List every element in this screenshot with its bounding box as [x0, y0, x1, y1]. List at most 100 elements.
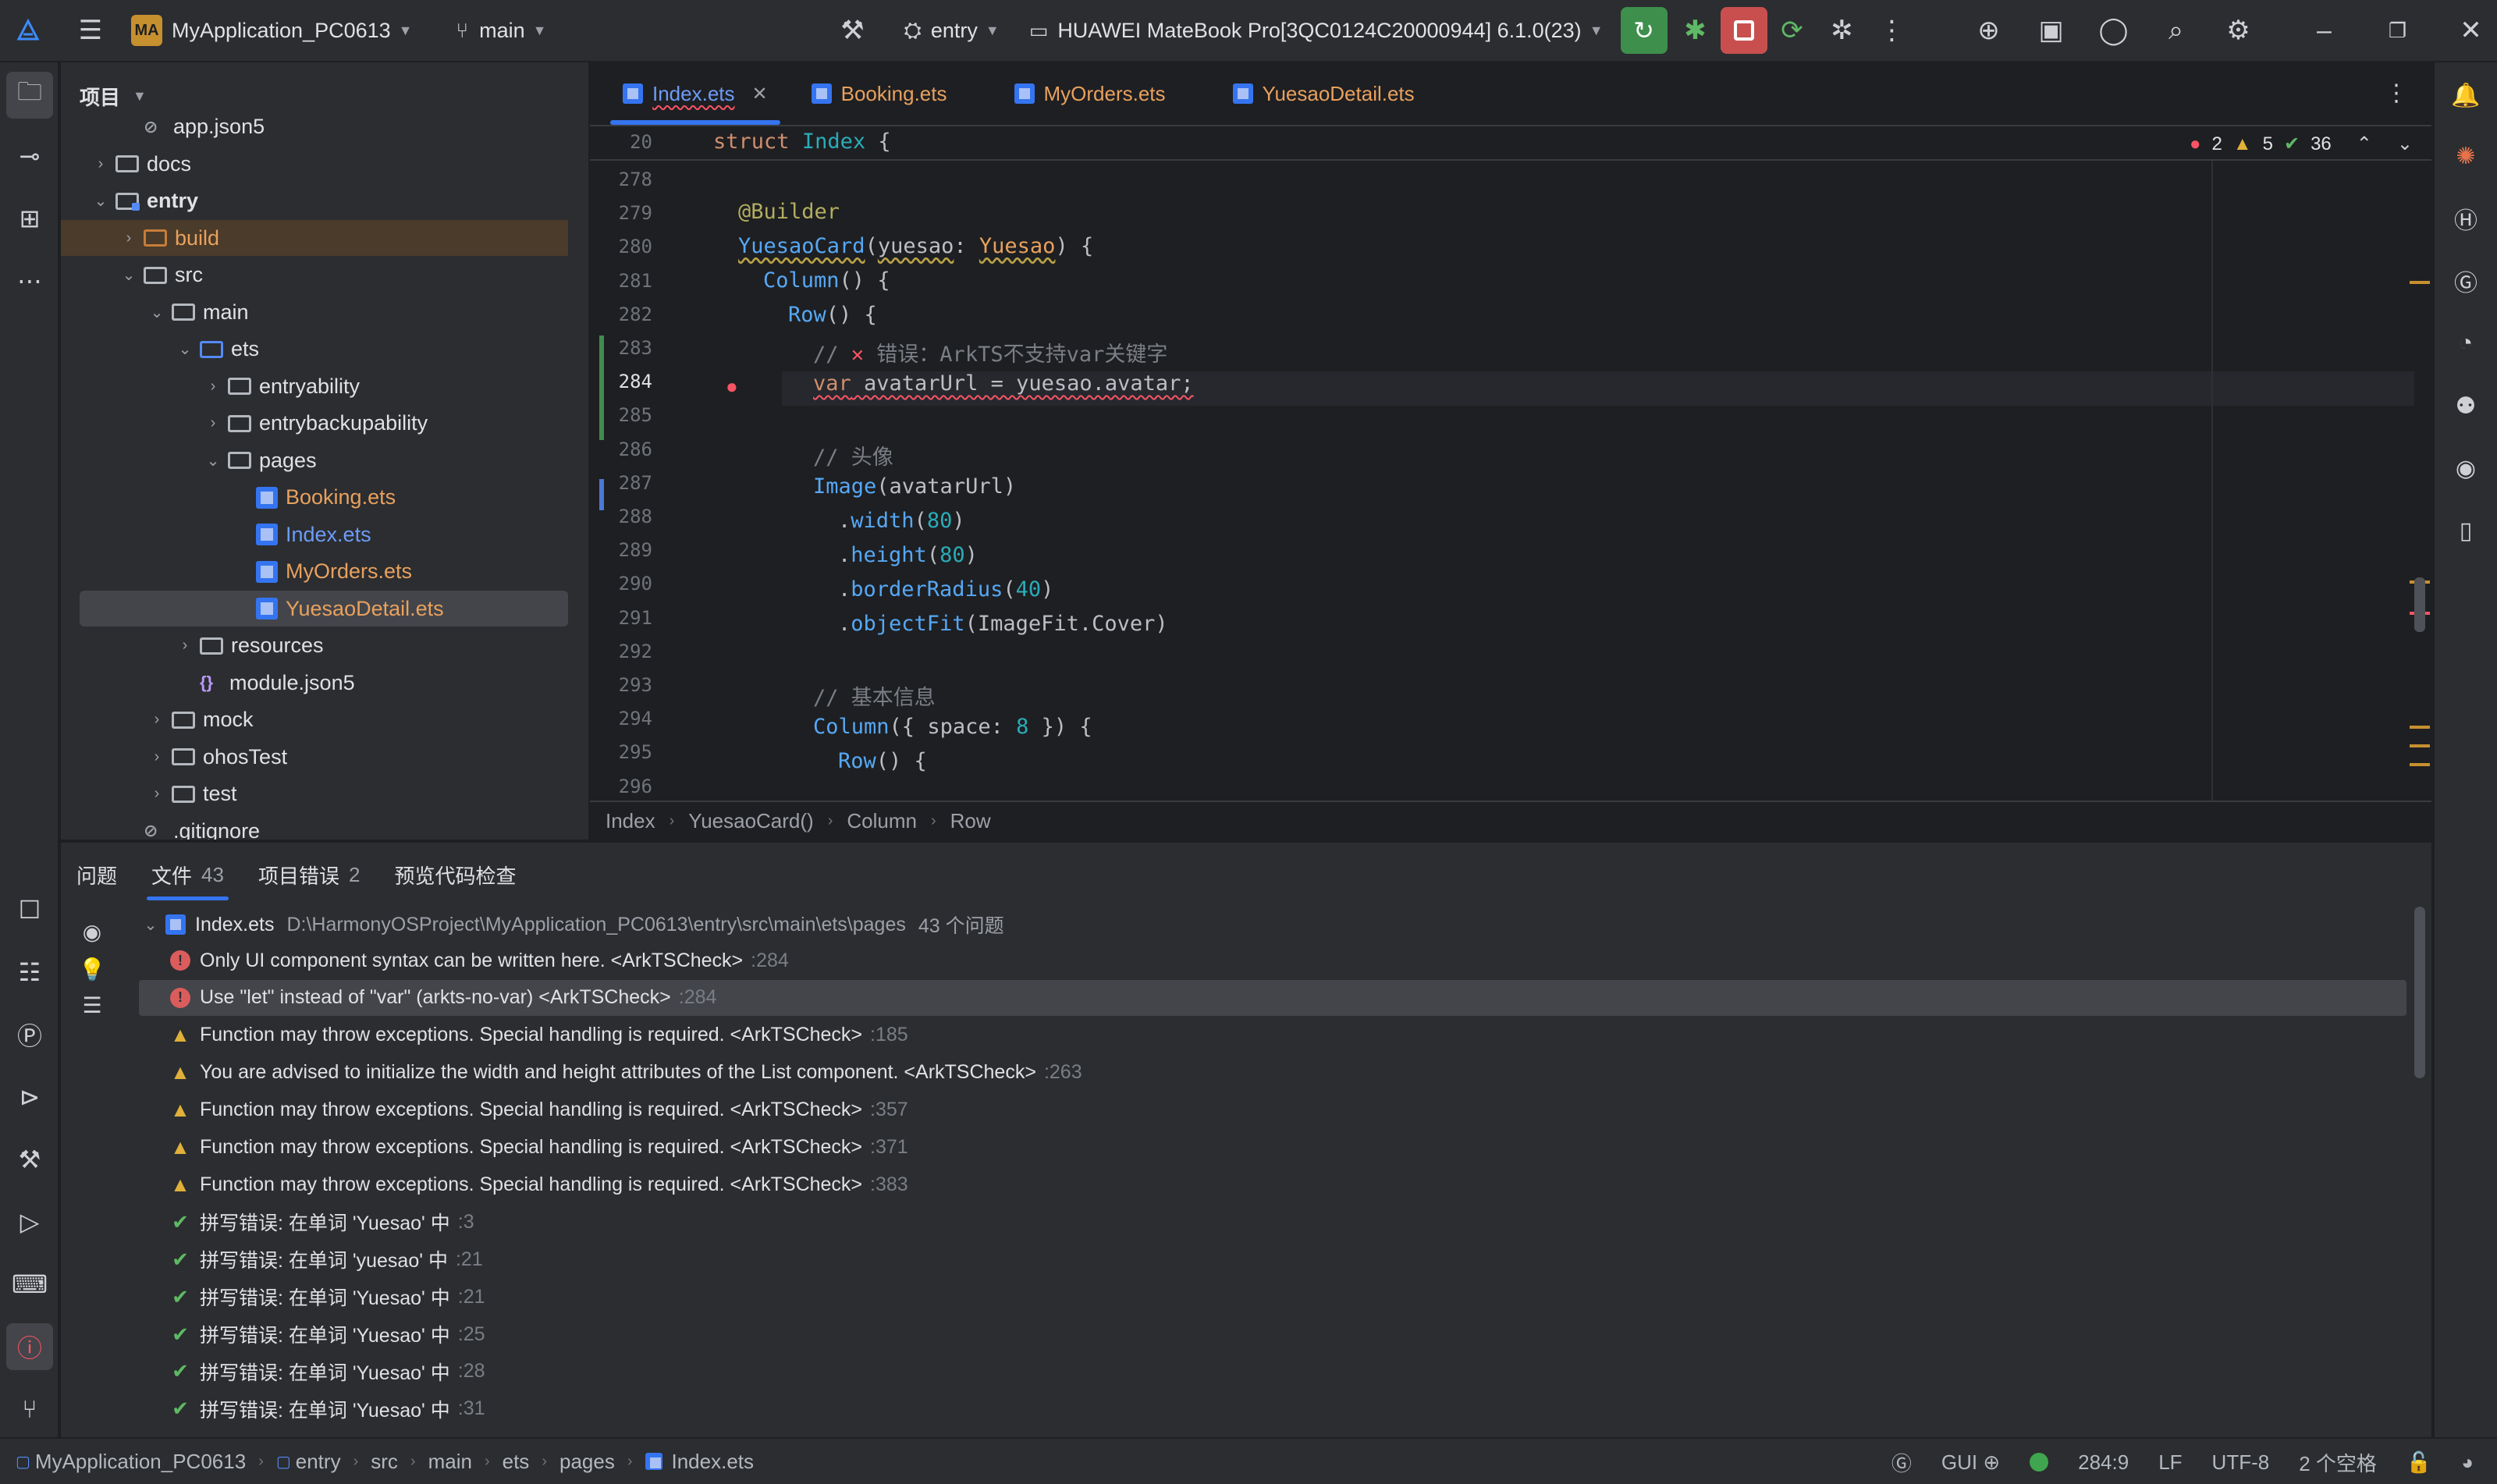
target-icon[interactable]: ⊕ — [1964, 5, 2014, 55]
problem-row-error[interactable]: ! Use "let" instead of "var" (arkts-no-va… — [139, 979, 2406, 1016]
crumb-item[interactable]: Index — [606, 809, 655, 833]
problems-scrollbar[interactable] — [2414, 907, 2425, 1078]
editor-scroll-thumb[interactable] — [2414, 577, 2425, 632]
problem-row-typo[interactable]: ✔ 拼写错误: 在单词 'Yuesao' 中:21 — [139, 1279, 2406, 1315]
commit-icon[interactable]: ⊸ — [6, 133, 53, 179]
account-icon[interactable]: ◯ — [2089, 5, 2139, 55]
indent-setting[interactable]: 2 个空格 — [2299, 1448, 2377, 1477]
problems-icon[interactable]: ⓘ — [6, 1323, 53, 1370]
device-phone-icon[interactable]: ▯ — [2442, 507, 2489, 554]
rerun-button[interactable]: ↻ — [1620, 7, 1668, 54]
tree-item-index-ets[interactable]: Index.ets — [61, 517, 568, 552]
close-tab-icon[interactable]: ✕ — [752, 83, 768, 105]
git-icon[interactable]: ⑂ — [6, 1386, 53, 1433]
chevron-down-icon[interactable]: ⌄ — [201, 451, 225, 470]
notifications-bell-icon[interactable]: 🔔 — [2442, 72, 2489, 119]
codegenie-status-icon[interactable]: Ⓖ — [1891, 1448, 1912, 1477]
build-icon[interactable]: ⚒ — [6, 1136, 53, 1183]
chevron-down-icon[interactable]: ⌄ — [89, 191, 112, 211]
crumb-item[interactable]: Column — [847, 809, 917, 833]
inspection-widget[interactable]: ● 2 ▲ 5 ✔ 36 ⌃ ⌄ — [2190, 133, 2413, 155]
settings-gear-icon[interactable]: ⚙ — [2214, 5, 2264, 55]
tab-booking-ets[interactable]: Booking.ets — [790, 62, 969, 125]
more-actions-icon[interactable]: ⋮ — [1867, 5, 1917, 55]
tree-item-app-json5[interactable]: ⊘ app.json5 — [61, 109, 568, 145]
tab-preview-check[interactable]: 预览代码检查 — [394, 843, 516, 907]
minimize-icon[interactable]: – — [2300, 5, 2350, 55]
status-crumb-item[interactable]: src — [371, 1450, 398, 1474]
tree-item-entrybackupability[interactable]: › entrybackupability — [61, 406, 568, 442]
tree-item-myorders-ets[interactable]: MyOrders.ets — [61, 554, 568, 590]
crumb-item[interactable]: Row — [950, 809, 991, 833]
problem-row-typo[interactable]: ✔ 拼写错误: 在单词 'Yuesao' 中:31 — [139, 1391, 2406, 1427]
chevron-right-icon[interactable]: › — [173, 637, 197, 655]
eye-icon[interactable]: ◉ — [75, 914, 109, 949]
previous-problem-icon[interactable]: ⌃ — [2357, 133, 2372, 155]
debug-icon[interactable]: ✱ — [1671, 5, 1721, 55]
chevron-down-icon[interactable]: ⌄ — [173, 339, 197, 359]
status-crumb-item[interactable]: MyApplication_PC0613 — [35, 1450, 246, 1474]
tab-index-ets[interactable]: Index.ets ✕ — [601, 62, 790, 125]
status-crumb-item[interactable]: Index.ets — [672, 1450, 755, 1474]
tree-item-pages[interactable]: ⌄ pages — [61, 442, 568, 478]
line-ending[interactable]: LF — [2158, 1450, 2182, 1475]
error-bulb-icon[interactable]: ● — [726, 375, 738, 399]
close-icon[interactable]: ✕ — [2446, 5, 2496, 55]
apply-changes-icon[interactable]: ⟳ — [1767, 5, 1817, 55]
lightbulb-icon[interactable]: 💡 — [75, 952, 109, 986]
problem-row-warn[interactable]: ▲ You are advised to initialize the width… — [139, 1055, 2406, 1091]
tree-item-ohostest[interactable]: › ohosTest — [61, 739, 568, 775]
stop-button[interactable] — [1720, 7, 1767, 54]
preview-eye-icon[interactable]: ◉ — [2442, 445, 2489, 492]
tab-file[interactable]: 文件 43 — [147, 843, 229, 907]
problem-row-typo[interactable]: ✔ 拼写错误: 在单词 'yuesao' 中:21 — [139, 1241, 2406, 1277]
device-selector[interactable]: ▭ HUAWEI MateBook Pro[3QC0124C20000944] … — [1029, 19, 1604, 43]
layout-inspector-icon[interactable]: ☷ — [6, 949, 53, 996]
chevron-right-icon[interactable]: › — [89, 155, 112, 173]
tree-item-mock[interactable]: › mock — [61, 702, 568, 738]
chevron-right-icon[interactable]: › — [201, 378, 225, 396]
problem-row-typo[interactable]: ✔ 拼写错误: 在单词 'Yuesao' 中:28 — [139, 1354, 2406, 1390]
harmony-h-icon[interactable]: Ⓗ — [2442, 195, 2489, 242]
gui-indicator[interactable]: GUI ⊕ — [1941, 1450, 2000, 1475]
project-selector[interactable]: MA MyApplication_PC0613 ▼ — [131, 15, 413, 46]
tab-problems[interactable]: 问题 — [76, 843, 117, 907]
tree-item-booking-ets[interactable]: Booking.ets — [61, 480, 568, 516]
readonly-lock-icon[interactable]: 🔓 — [2406, 1450, 2431, 1475]
tree-item-ets[interactable]: ⌄ ets — [61, 332, 568, 367]
tab-myorders-ets[interactable]: MyOrders.ets — [993, 62, 1188, 125]
search-icon[interactable]: ⌕ — [2151, 5, 2201, 55]
restore-icon[interactable]: ❐ — [2373, 5, 2423, 55]
tab-project-errors[interactable]: 项目错误 2 — [258, 843, 360, 907]
crumb-item[interactable]: YuesaoCard() — [688, 809, 813, 833]
main-menu-icon[interactable]: ☰ — [66, 5, 115, 55]
problem-row-warn[interactable]: ▲ Function may throw exceptions. Special … — [139, 1092, 2406, 1128]
problem-row-warn[interactable]: ▲ Function may throw exceptions. Special … — [139, 1166, 2406, 1202]
tree-item-entry[interactable]: ⌄ entry — [61, 183, 568, 219]
tree-item-test[interactable]: › test — [61, 776, 568, 812]
problem-row-typo[interactable]: ✔ 拼写错误: 在单词 'Yuesao' 中:25 — [139, 1316, 2406, 1352]
status-crumb-item[interactable]: main — [428, 1450, 472, 1474]
tree-item-yuesaodetail-ets[interactable]: YuesaoDetail.ets — [80, 591, 568, 627]
problem-row-error[interactable]: ! Only UI component syntax can be written… — [139, 943, 2406, 978]
chevron-right-icon[interactable]: › — [117, 229, 140, 247]
status-crumb-item[interactable]: ets — [503, 1450, 530, 1474]
memory-indicator-icon[interactable]: ◕ — [2461, 1450, 2474, 1475]
next-problem-icon[interactable]: ⌄ — [2397, 133, 2413, 155]
tree-item-gitignore[interactable]: ⊘ .gitignore — [61, 813, 568, 840]
codegenie-icon[interactable]: ✺ — [2442, 133, 2489, 179]
tree-item-entryability[interactable]: › entryability — [61, 368, 568, 404]
app-analyzer-icon[interactable]: ◔ — [2442, 320, 2489, 367]
todo-icon[interactable]: ☐ — [6, 886, 53, 933]
details-icon[interactable]: ☰ — [75, 988, 109, 1022]
tree-item-main[interactable]: ⌄ main — [61, 294, 568, 330]
status-crumb-item[interactable]: pages — [559, 1450, 615, 1474]
tree-item-resources[interactable]: › resources — [61, 628, 568, 664]
device-manager-icon[interactable]: ▣ — [2026, 5, 2076, 55]
structure-icon[interactable]: ⊞ — [6, 195, 53, 242]
tree-item-docs[interactable]: › docs — [61, 146, 568, 182]
sticky-scroll-line[interactable]: 20 struct Index { — [590, 126, 2431, 161]
status-crumb-item[interactable]: entry — [296, 1450, 341, 1474]
more-tools-icon[interactable]: ⋯ — [6, 257, 53, 304]
tree-item-build[interactable]: › build — [61, 220, 568, 257]
